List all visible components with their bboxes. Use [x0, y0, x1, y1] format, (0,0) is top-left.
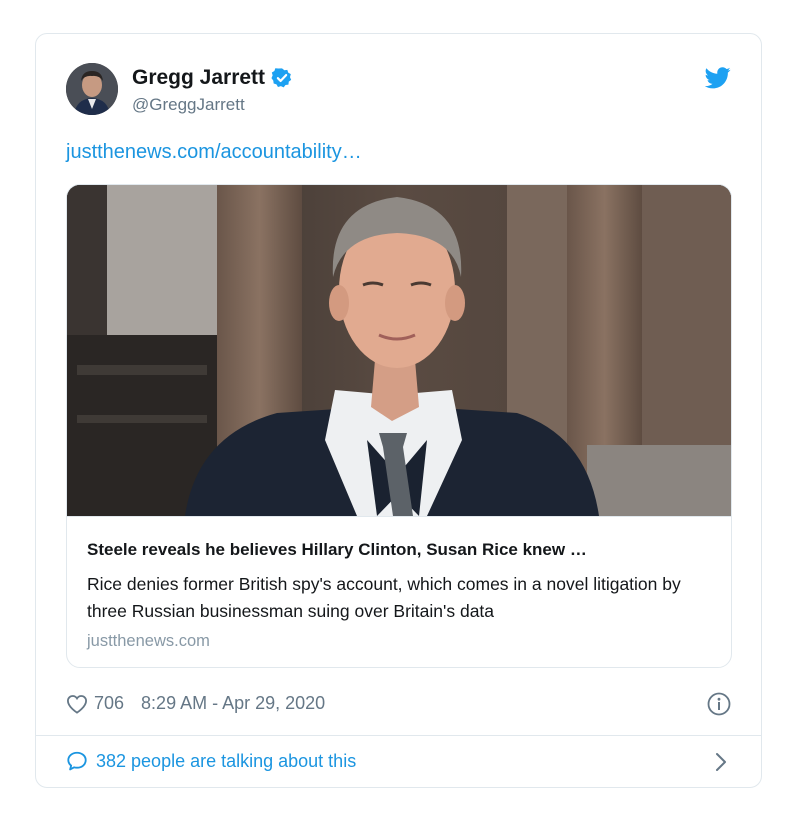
divider	[36, 735, 761, 736]
speech-bubble-icon	[67, 751, 87, 771]
like-count[interactable]: 706	[94, 693, 124, 714]
card-photo	[67, 185, 731, 516]
tweet-meta: 706 8:29 AM - Apr 29, 2020	[66, 693, 325, 714]
avatar[interactable]	[66, 63, 118, 115]
card-title[interactable]: Steele reveals he believes Hillary Clint…	[87, 540, 587, 560]
tweet-timestamp[interactable]: 8:29 AM - Apr 29, 2020	[141, 693, 325, 714]
twitter-bird-icon[interactable]	[705, 67, 731, 89]
author-handle[interactable]: @GreggJarrett	[132, 95, 245, 115]
avatar-image	[66, 63, 118, 115]
verified-badge-icon	[271, 68, 292, 88]
card-image[interactable]	[67, 185, 731, 516]
embedded-tweet: Gregg Jarrett @GreggJarrett justthenews.…	[35, 33, 762, 788]
link-preview-card[interactable]: Steele reveals he believes Hillary Clint…	[66, 184, 732, 668]
card-domain: justthenews.com	[87, 632, 210, 650]
chevron-right-icon[interactable]	[715, 752, 727, 772]
card-body: Steele reveals he believes Hillary Clint…	[67, 516, 731, 667]
conversation-text[interactable]: 382 people are talking about this	[96, 751, 356, 772]
card-description: Rice denies former British spy's account…	[87, 574, 681, 621]
tweet-link[interactable]: justthenews.com/accountability…	[66, 141, 362, 164]
author-name[interactable]: Gregg Jarrett	[132, 66, 265, 90]
author-row: Gregg Jarrett	[132, 66, 293, 90]
info-icon[interactable]	[707, 692, 731, 716]
heart-icon[interactable]	[66, 694, 88, 714]
conversation-link[interactable]: 382 people are talking about this	[66, 750, 356, 772]
